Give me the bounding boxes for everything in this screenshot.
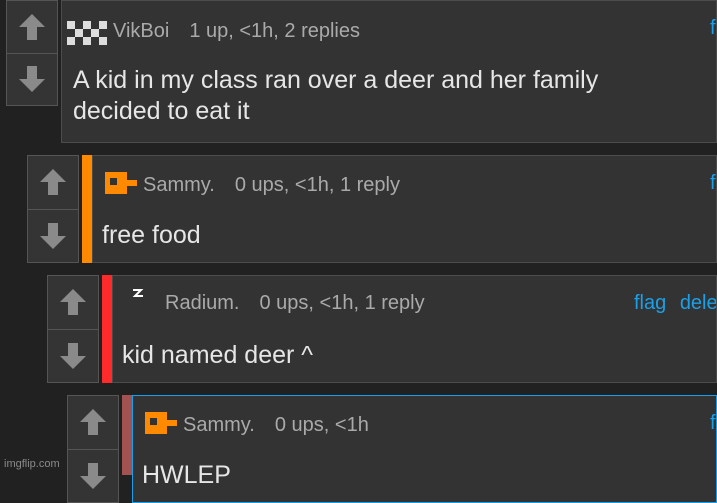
arrow-down-icon	[80, 462, 106, 489]
lightning-icon	[127, 288, 159, 319]
upvote-button[interactable]	[28, 156, 78, 209]
flag-link[interactable]: f	[710, 412, 716, 434]
arrow-down-icon	[40, 222, 66, 249]
comment-header: Sammy. 0 ups, <1h	[145, 410, 369, 441]
comment-meta: 0 ups, <1h, 1 reply	[234, 174, 400, 196]
downvote-button[interactable]	[68, 448, 118, 503]
comment-meta: 0 ups, <1h, 1 reply	[259, 292, 425, 314]
comment-vikboi: VikBoi 1 up, <1h, 2 replies f A kid in m…	[6, 0, 717, 143]
username-link[interactable]: Radium.	[165, 292, 239, 315]
comment-text: free food	[102, 220, 201, 251]
comment-actions: f	[710, 172, 716, 195]
arrow-down-icon	[19, 66, 45, 93]
comment-body: Sammy. 0 ups, <1h f HWLEP	[132, 395, 717, 503]
vote-column	[6, 0, 58, 106]
comment-text-line: free food	[102, 221, 201, 249]
arrow-up-icon	[40, 169, 66, 196]
downvote-button[interactable]	[48, 328, 98, 383]
flag-link[interactable]: flag	[634, 292, 666, 314]
comment-sammy-reply: Sammy. 0 ups, <1h f HWLEP	[67, 395, 717, 503]
orange-pixel-avatar-icon	[145, 410, 177, 441]
comment-body: VikBoi 1 up, <1h, 2 replies f A kid in m…	[61, 0, 717, 143]
comment-body: Radium. 0 ups, <1h, 1 reply flag dele ki…	[112, 275, 717, 383]
username-link[interactable]: Sammy.	[183, 414, 255, 437]
reply-depth-stripe	[122, 395, 132, 475]
comment-radium: Radium. 0 ups, <1h, 1 reply flag dele ki…	[47, 275, 717, 383]
comment-text: kid named deer ^	[122, 340, 313, 371]
flag-link[interactable]: f	[710, 17, 716, 39]
vote-column	[67, 395, 119, 503]
comment-actions: f	[710, 17, 716, 40]
username-link[interactable]: Sammy.	[143, 174, 215, 197]
pixel-checker-icon	[67, 13, 107, 50]
comment-actions: flag dele	[634, 292, 716, 315]
arrow-down-icon	[60, 342, 86, 369]
comment-text-line: decided to eat it	[73, 97, 250, 125]
username-link[interactable]: VikBoi	[113, 20, 169, 43]
upvote-button[interactable]	[68, 396, 118, 449]
reply-depth-stripe	[82, 155, 92, 263]
comment-header: Sammy. 0 ups, <1h, 1 reply	[105, 170, 400, 201]
comment-header: VikBoi 1 up, <1h, 2 replies	[67, 13, 360, 50]
delete-link[interactable]: dele	[680, 292, 716, 314]
arrow-up-icon	[60, 289, 86, 316]
upvote-button[interactable]	[7, 1, 57, 53]
vote-column	[27, 155, 79, 263]
flag-link[interactable]: f	[710, 172, 716, 194]
comment-body: Sammy. 0 ups, <1h, 1 reply f free food	[92, 155, 717, 263]
upvote-button[interactable]	[48, 276, 98, 329]
arrow-up-icon	[19, 13, 45, 40]
orange-pixel-avatar-icon	[105, 170, 137, 201]
comment-text-line: HWLEP	[142, 461, 231, 489]
watermark: imgflip.com	[4, 458, 60, 470]
comment-header: Radium. 0 ups, <1h, 1 reply	[127, 288, 425, 319]
reply-depth-stripe	[102, 275, 112, 383]
comment-actions: f	[710, 412, 716, 435]
comment-text: HWLEP	[142, 460, 231, 491]
comment-meta: 0 ups, <1h	[274, 414, 369, 436]
comment-text-line: A kid in my class ran over a deer and he…	[73, 66, 599, 94]
comment-text-line: kid named deer ^	[122, 341, 314, 369]
arrow-up-icon	[80, 409, 106, 436]
vote-column	[47, 275, 99, 383]
downvote-button[interactable]	[7, 52, 57, 106]
downvote-button[interactable]	[28, 208, 78, 263]
comment-sammy: Sammy. 0 ups, <1h, 1 reply f free food	[27, 155, 717, 263]
comment-meta: 1 up, <1h, 2 replies	[189, 20, 361, 42]
comment-text: A kid in my class ran over a deer and he…	[73, 65, 598, 127]
